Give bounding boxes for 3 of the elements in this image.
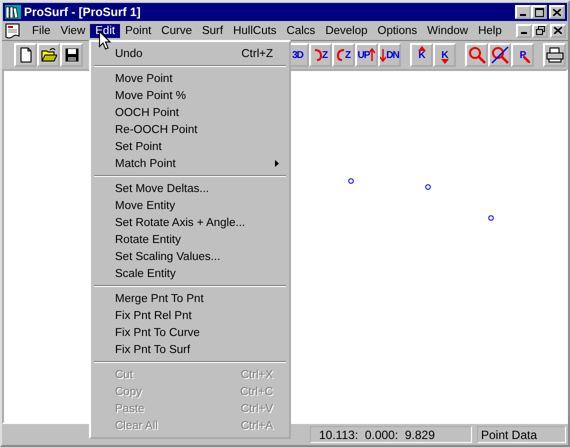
mode-readout: Point Data xyxy=(477,426,566,443)
window-title: ProSurf - [ProSurf 1] xyxy=(24,5,142,19)
coordinates-readout: 10.113: 0.000: 9.829 xyxy=(310,426,472,443)
